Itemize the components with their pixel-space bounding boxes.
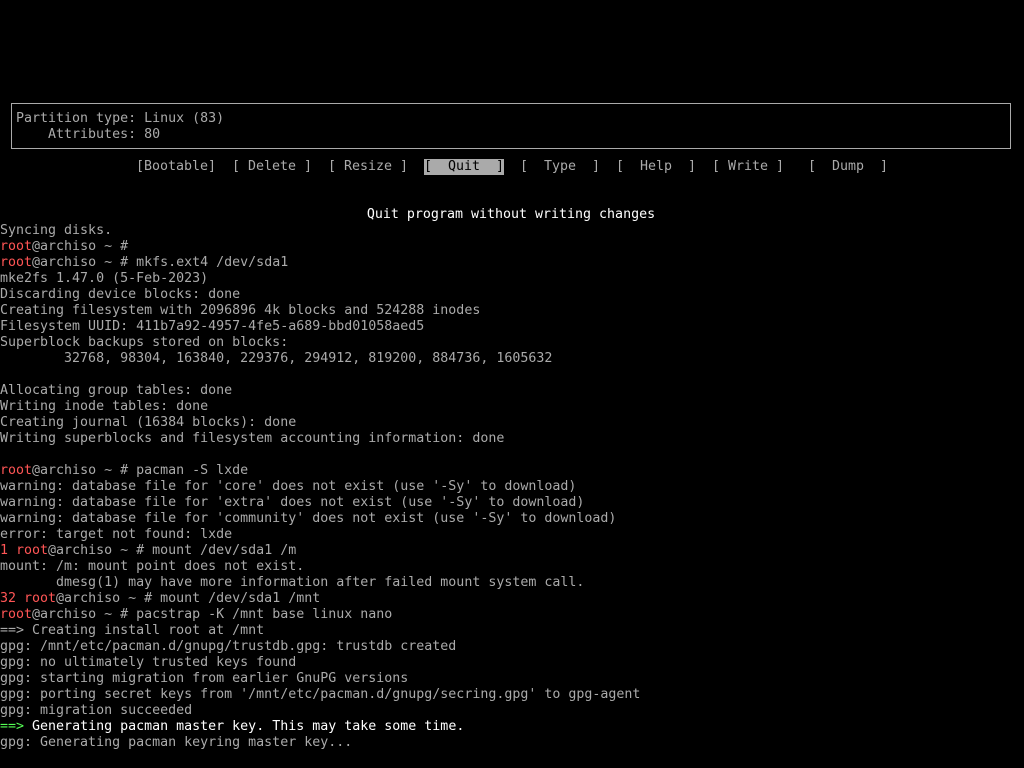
terminal-text: Generating pacman master key. This may t… (24, 719, 465, 734)
terminal-line: ==> Generating pacman master key. This m… (0, 719, 1024, 735)
terminal-text: error: target not found: lxde (0, 527, 233, 542)
prompt-user: root (0, 463, 33, 478)
terminal-line: mke2fs 1.47.0 (5-Feb-2023) (0, 271, 1024, 287)
terminal-text: gpg: starting migration from earlier Gnu… (0, 671, 409, 686)
terminal-line: 32 root@archiso ~ # mount /dev/sda1 /mnt (0, 591, 1024, 607)
terminal-line: Filesystem UUID: 411b7a92-4957-4fe5-a689… (0, 319, 1024, 335)
terminal-text: @archiso ~ # pacstrap -K /mnt base linux… (32, 607, 393, 622)
terminal-line: gpg: migration succeeded (0, 703, 1024, 719)
terminal-line: error: target not found: lxde (0, 527, 1024, 543)
terminal-text: warning: database file for 'community' d… (0, 511, 617, 526)
terminal-line: 1 root@archiso ~ # mount /dev/sda1 /m (0, 543, 1024, 559)
terminal-text: Discarding device blocks: done (0, 287, 241, 302)
terminal-line: gpg: Generating pacman keyring master ke… (0, 735, 1024, 751)
terminal-line: warning: database file for 'community' d… (0, 511, 1024, 527)
terminal-text: gpg: porting secret keys from '/mnt/etc/… (0, 687, 641, 702)
terminal-text: gpg: migration succeeded (0, 703, 193, 718)
menu-item-type[interactable]: [ Type ] (520, 159, 600, 175)
menu-item-write[interactable]: [ Write ] (712, 159, 784, 175)
terminal-line: 32768, 98304, 163840, 229376, 294912, 81… (0, 351, 1024, 367)
partition-attributes-line: Attributes: 80 (16, 127, 161, 142)
prompt-user: root (0, 607, 33, 622)
terminal-line: gpg: starting migration from earlier Gnu… (0, 671, 1024, 687)
terminal-text: Creating journal (16384 blocks): done (0, 415, 297, 430)
menu-item-delete[interactable]: [ Delete ] (232, 159, 312, 175)
terminal-output: Syncing disks. root@archiso ~ # root@archi… (0, 223, 1024, 751)
terminal-line: Discarding device blocks: done (0, 287, 1024, 303)
terminal-text: Superblock backups stored on blocks: (0, 335, 289, 350)
terminal-line: gpg: /mnt/etc/pacman.d/gnupg/trustdb.gpg… (0, 639, 1024, 655)
terminal-text: Allocating group tables: done (0, 383, 233, 398)
terminal-text: mount: /m: mount point does not exist. (0, 559, 305, 574)
prompt-user: 1 root (0, 543, 49, 558)
menu-hint: Quit program without writing changes (0, 207, 1024, 223)
terminal-line: Creating filesystem with 2096896 4k bloc… (0, 303, 1024, 319)
terminal-line: warning: database file for 'extra' does … (0, 495, 1024, 511)
menu-item-dump[interactable]: [ Dump ] (808, 159, 888, 175)
terminal-line: root@archiso ~ # mkfs.ext4 /dev/sda1 (0, 255, 1024, 271)
terminal-line: dmesg(1) may have more information after… (0, 575, 1024, 591)
terminal-line: Allocating group tables: done (0, 383, 1024, 399)
terminal-line: Writing superblocks and filesystem accou… (0, 431, 1024, 447)
partition-info-box: Partition type: Linux (83) Attributes: 8… (11, 103, 1011, 149)
terminal-text: gpg: /mnt/etc/pacman.d/gnupg/trustdb.gpg… (0, 639, 457, 654)
terminal-text: ==> (0, 719, 25, 734)
terminal-line: gpg: porting secret keys from '/mnt/etc/… (0, 687, 1024, 703)
prompt-user: root (0, 255, 33, 270)
terminal-text: Writing inode tables: done (0, 399, 209, 414)
terminal-line: gpg: no ultimately trusted keys found (0, 655, 1024, 671)
terminal-text: @archiso ~ # mkfs.ext4 /dev/sda1 (32, 255, 289, 270)
menu-hint-text: Quit program without writing changes (366, 207, 656, 222)
menu-item-quit[interactable]: [ Quit ] (424, 159, 505, 175)
terminal-text: @archiso ~ # mount /dev/sda1 /mnt (56, 591, 321, 606)
terminal-line: Creating journal (16384 blocks): done (0, 415, 1024, 431)
terminal-line: mount: /m: mount point does not exist. (0, 559, 1024, 575)
menu-item-resize[interactable]: [ Resize ] (328, 159, 408, 175)
terminal-line: warning: database file for 'core' does n… (0, 479, 1024, 495)
terminal-line: ==> Creating install root at /mnt (0, 623, 1024, 639)
terminal-text: Creating filesystem with 2096896 4k bloc… (0, 303, 481, 318)
terminal-text: mke2fs 1.47.0 (5-Feb-2023) (0, 271, 209, 286)
terminal-text: @archiso ~ # (32, 239, 129, 254)
partition-type-line: Partition type: Linux (83) (16, 111, 225, 126)
terminal-text: @archiso ~ # mount /dev/sda1 /m (48, 543, 297, 558)
terminal-screen[interactable]: Partition type: Linux (83) Attributes: 8… (0, 0, 1024, 768)
terminal-line: root@archiso ~ # pacman -S lxde (0, 463, 1024, 479)
terminal-line: Syncing disks. (0, 223, 1024, 239)
terminal-text: @archiso ~ # pacman -S lxde (32, 463, 249, 478)
menu-item-help[interactable]: [ Help ] (616, 159, 696, 175)
cfdisk-menu-bar: [Bootable] [ Delete ] [ Resize ] [ Quit … (0, 159, 1024, 175)
terminal-text: gpg: no ultimately trusted keys found (0, 655, 297, 670)
terminal-text: ==> Creating install root at /mnt (0, 623, 265, 638)
terminal-text: Filesystem UUID: 411b7a92-4957-4fe5-a689… (0, 319, 425, 334)
prompt-user: root (0, 239, 33, 254)
terminal-line: Writing inode tables: done (0, 399, 1024, 415)
terminal-text: warning: database file for 'extra' does … (0, 495, 585, 510)
terminal-text: warning: database file for 'core' does n… (0, 479, 577, 494)
terminal-line: root@archiso ~ # (0, 239, 1024, 255)
terminal-line: Superblock backups stored on blocks: (0, 335, 1024, 351)
menu-item-bootable[interactable]: [Bootable] (136, 159, 216, 175)
prompt-user: 32 root (0, 591, 57, 606)
terminal-text: Syncing disks. (0, 223, 113, 238)
terminal-text: gpg: Generating pacman keyring master ke… (0, 735, 353, 750)
terminal-text: Writing superblocks and filesystem accou… (0, 431, 505, 446)
terminal-line: root@archiso ~ # pacstrap -K /mnt base l… (0, 607, 1024, 623)
terminal-text: 32768, 98304, 163840, 229376, 294912, 81… (0, 351, 553, 366)
terminal-text: dmesg(1) may have more information after… (0, 575, 585, 590)
